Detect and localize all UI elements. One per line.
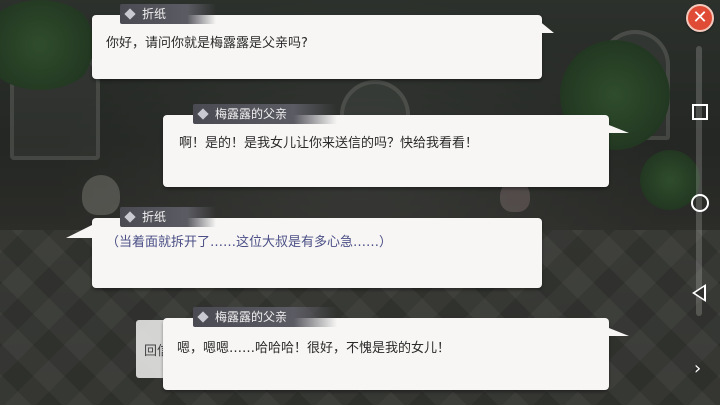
dialogue-bubble-body: 梅露露的父亲 嗯，嗯嗯……哈哈哈！很好，不愧是我的女儿！ [163, 307, 629, 390]
speech-tail [66, 224, 94, 238]
dialogue-bubble-body: 梅露露的父亲 啊！是的！是我女儿让你来送信的吗？快给我看看！ [163, 104, 629, 187]
dialogue-bubble[interactable]: 梅露露的父亲 嗯，嗯嗯……哈哈哈！很好，不愧是我的女儿！ [163, 307, 629, 390]
speech-tail [599, 121, 629, 133]
speaker-name: 梅露露的父亲 [215, 107, 288, 121]
dialogue-bubble[interactable]: 折纸 （当着面就拆开了……这位大叔是有多心急……） [66, 207, 542, 288]
diamond-icon [124, 8, 136, 20]
speech-tail [599, 324, 629, 336]
next-label: › [694, 358, 702, 379]
scrollbar-track[interactable] [696, 46, 702, 316]
dialogue-text: 嗯，嗯嗯……哈哈哈！很好，不愧是我的女儿！ [177, 341, 451, 356]
diamond-icon [197, 311, 209, 323]
recent-apps-icon[interactable] [692, 104, 708, 120]
dialogue-bubble-body: 折纸 你好，请问你就是梅露露是父亲吗? [92, 4, 554, 79]
dialogue-bubble[interactable]: 梅露露的父亲 啊！是的！是我女儿让你来送信的吗？快给我看看！ [163, 104, 629, 187]
chevron-right-icon[interactable]: › [694, 358, 701, 379]
speaker-name: 折纸 [142, 210, 167, 224]
dialogue-text: 你好，请问你就是梅露露是父亲吗? [106, 36, 308, 51]
home-icon[interactable] [691, 194, 709, 212]
speaker-name-tag: 折纸 [120, 207, 217, 227]
close-button[interactable]: ✕ [686, 4, 714, 32]
back-icon[interactable] [692, 284, 706, 302]
close-icon: ✕ [692, 7, 708, 28]
system-navigation-bar: › [680, 36, 720, 405]
diamond-icon [197, 108, 209, 120]
dialogue-text: （当着面就拆开了……这位大叔是有多心急……） [106, 235, 393, 250]
speaker-name-tag: 折纸 [120, 4, 217, 24]
speech-tail [532, 15, 554, 33]
dialogue-text: 啊！是的！是我女儿让你来送信的吗？快给我看看！ [179, 136, 479, 151]
speaker-name: 梅露露的父亲 [215, 310, 288, 324]
dialogue-bubble-body: 折纸 （当着面就拆开了……这位大叔是有多心急……） [66, 207, 542, 288]
speaker-name: 折纸 [142, 7, 167, 21]
speaker-name-tag: 梅露露的父亲 [193, 104, 338, 124]
diamond-icon [124, 211, 136, 223]
dialogue-bubble[interactable]: 折纸 你好，请问你就是梅露露是父亲吗? [92, 4, 554, 79]
speaker-name-tag: 梅露露的父亲 [193, 307, 338, 327]
